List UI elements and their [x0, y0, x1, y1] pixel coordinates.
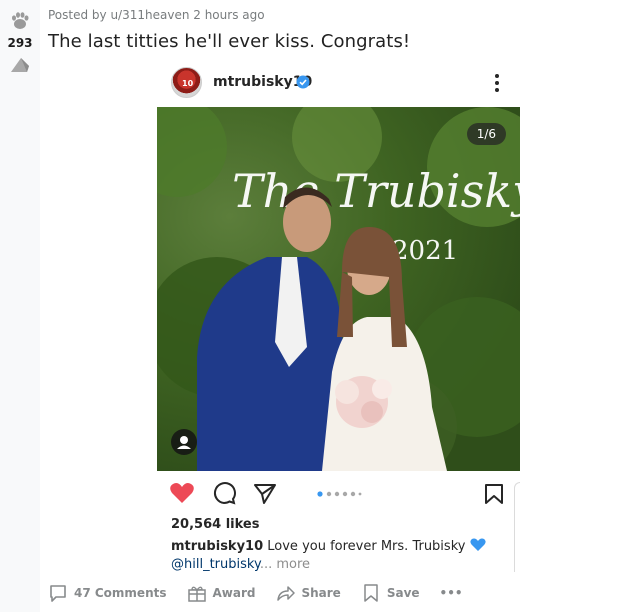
comments-label: 47 Comments [74, 586, 167, 600]
carousel-indicator [317, 491, 362, 497]
downvote-icon[interactable] [9, 56, 31, 74]
award-label: Award [212, 586, 256, 600]
comments-button[interactable]: 47 Comments [48, 583, 167, 603]
neon-sign-year: 2021 [392, 236, 458, 266]
upvote-paw-icon[interactable] [10, 10, 30, 30]
caption: mtrubisky10 Love you forever Mrs. Trubis… [171, 538, 486, 554]
bookmark-icon[interactable] [484, 483, 504, 505]
verified-badge-icon [296, 75, 310, 89]
gift-icon [187, 586, 206, 602]
vote-score: 293 [7, 36, 33, 50]
comment-bubble-icon [50, 585, 66, 602]
embed-edge [514, 482, 520, 572]
likes-count[interactable]: 20,564 likes [171, 517, 259, 532]
wedding-photo-illustration: The Trubiskys 2021 [157, 107, 520, 471]
caption-text: Love you forever Mrs. Trubisky [263, 539, 466, 554]
save-button[interactable]: Save [361, 583, 420, 603]
tagged-user-icon[interactable] [171, 429, 197, 455]
share-arrow-icon [277, 586, 296, 601]
post-title[interactable]: The last titties he'll ever kiss. Congra… [48, 31, 410, 52]
more-options-button[interactable]: ••• [440, 586, 463, 600]
post-meta: Posted by u/311heaven 2 hours ago [48, 8, 265, 22]
caption-line-2: @hill_trubisky... more [171, 557, 310, 572]
mention-link[interactable]: @hill_trubisky [171, 557, 260, 572]
comment-icon[interactable] [212, 481, 236, 505]
heart-icon[interactable] [169, 481, 195, 505]
instagram-action-bar [157, 475, 520, 515]
save-label: Save [386, 586, 420, 600]
carousel-counter: 1/6 [466, 123, 506, 145]
share-paper-plane-icon[interactable] [253, 483, 277, 505]
avatar[interactable]: 10 [171, 67, 202, 98]
share-label: Share [301, 586, 341, 600]
blue-heart-icon [469, 538, 486, 551]
instagram-header: 10 mtrubisky10 [157, 65, 520, 105]
caption-username[interactable]: mtrubisky10 [171, 539, 263, 554]
avatar-badge: 10 [182, 79, 194, 88]
more-link[interactable]: ... more [260, 557, 310, 572]
vote-column: 293 [0, 0, 40, 612]
more-options-icon[interactable] [494, 72, 500, 94]
more-options-label: ••• [439, 586, 463, 600]
share-button[interactable]: Share [275, 583, 341, 603]
post-footer: 47 Comments Award Share Save ••• [48, 580, 483, 606]
award-button[interactable]: Award [187, 583, 256, 603]
neon-sign-title: The Trubiskys [232, 164, 520, 218]
instagram-photo[interactable]: The Trubiskys 2021 1/6 [157, 107, 520, 471]
save-bookmark-icon [364, 584, 378, 602]
